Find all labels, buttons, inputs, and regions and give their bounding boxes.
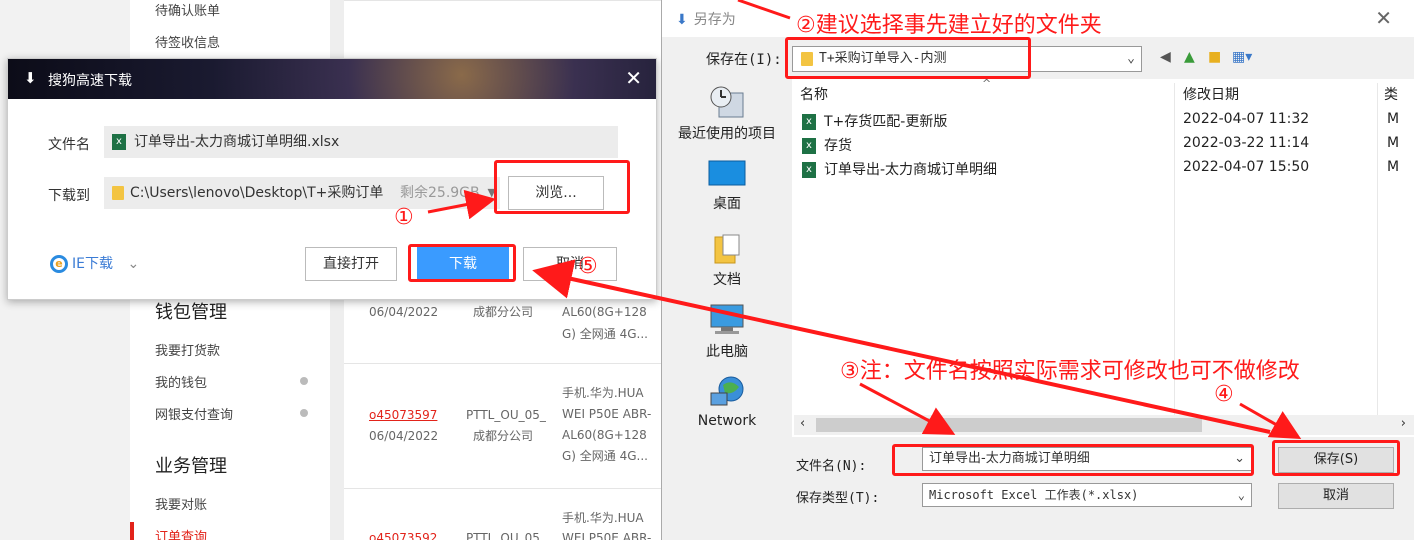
order-date: 06/04/2022: [369, 429, 439, 443]
order-date: 06/04/2022: [369, 305, 439, 319]
download-icon: ⬇: [24, 69, 37, 87]
expand-dot-icon: [300, 409, 308, 417]
new-folder-icon[interactable]: ■: [1208, 49, 1221, 65]
sidebar-item-pending-bills[interactable]: 待确认账单: [155, 0, 220, 19]
saveto-label: 下载到: [48, 188, 90, 204]
order-product-line: G) 全网通 4G...: [562, 327, 648, 341]
computer-icon: [710, 304, 744, 334]
file-row-name[interactable]: x T+存货匹配-更新版: [802, 111, 947, 131]
saveto-path-field[interactable]: C:\Users\lenovo\Desktop\T+采购订单 剩余25.9GB …: [104, 177, 500, 209]
order-product-line: 手机.华为.HUA: [562, 511, 644, 525]
download-icon: ⬇: [676, 12, 688, 28]
sidebar-item-reconcile[interactable]: 我要对账: [155, 494, 207, 513]
view-menu-icon[interactable]: ▦▾: [1232, 49, 1252, 65]
filename-label: 文件名: [48, 137, 90, 153]
scroll-right-icon[interactable]: ›: [1401, 416, 1406, 431]
highlight-save-button: [1272, 440, 1400, 476]
column-header-name[interactable]: 名称: [800, 83, 828, 107]
location-bar: 保存在(I): T+采购订单导入-内测 ⌄ ◀ ▲ ■ ▦▾: [662, 37, 1414, 79]
up-folder-icon[interactable]: ▲: [1184, 49, 1195, 65]
order-company: 成都分公司: [473, 305, 534, 319]
filename-field[interactable]: x 订单导出-太力商城订单明细.xlsx: [104, 126, 618, 158]
scroll-left-icon[interactable]: ‹: [800, 416, 805, 431]
network-icon: [710, 376, 744, 406]
place-documents[interactable]: 文档: [662, 231, 792, 289]
filetype-select[interactable]: Microsoft Excel 工作表(*.xlsx) ⌄: [922, 483, 1252, 507]
place-network[interactable]: Network: [662, 375, 792, 429]
file-row-date: 2022-03-22 11:14: [1183, 135, 1310, 151]
annotation-step5: ⑤: [578, 254, 598, 279]
folder-icon: [112, 186, 124, 200]
excel-file-icon: x: [802, 162, 816, 178]
order-company: PTTL_OU_05: [466, 531, 540, 540]
sidebar-group-business: 业务管理: [155, 456, 227, 477]
chevron-down-icon: ⌄: [127, 256, 140, 272]
order-product-line: AL60(8G+128: [562, 305, 647, 319]
excel-file-icon: x: [802, 138, 816, 154]
dialog-header: ⬇ 搜狗高速下载 ✕: [8, 59, 656, 99]
annotation-step1: ①: [394, 205, 414, 230]
open-directly-button[interactable]: 直接打开: [305, 247, 397, 281]
file-row-date: 2022-04-07 15:50: [1183, 159, 1310, 175]
horizontal-scrollbar[interactable]: ‹ ›: [794, 415, 1414, 435]
sidebar-item-pay[interactable]: 我要打货款: [155, 340, 220, 359]
highlight-browse: [494, 160, 630, 214]
active-indicator: [130, 522, 134, 540]
sidebar-group-wallet: 钱包管理: [155, 302, 227, 323]
highlight-download: [408, 244, 516, 282]
place-recent[interactable]: 最近使用的项目: [662, 85, 792, 143]
file-row-type: M: [1387, 159, 1400, 175]
highlight-filename: [892, 444, 1254, 476]
close-icon[interactable]: ✕: [625, 66, 642, 90]
desktop-icon: [708, 160, 746, 186]
filename-label: 文件名(N):: [796, 459, 867, 474]
highlight-save-in: [785, 37, 1031, 79]
filetype-label: 保存类型(T):: [796, 491, 880, 506]
order-product-line: 手机.华为.HUA: [562, 386, 644, 400]
place-desktop[interactable]: 桌面: [662, 159, 792, 213]
order-product-line: WEI P50E ABR-: [562, 407, 652, 421]
column-header-type[interactable]: 类: [1384, 83, 1398, 107]
sidebar-item-my-wallet[interactable]: 我的钱包: [155, 372, 207, 391]
ie-icon: e: [50, 255, 68, 273]
excel-file-icon: x: [802, 114, 816, 130]
cancel-button[interactable]: 取消: [523, 247, 617, 281]
dialog-title: 搜狗高速下载: [48, 73, 132, 89]
file-row-type: M: [1387, 111, 1400, 127]
order-product-line: G) 全网通 4G...: [562, 449, 648, 463]
dialog-title: ⬇ 另存为: [676, 12, 736, 28]
sidebar-item-bank-query[interactable]: 网银支付查询: [155, 404, 233, 423]
scrollbar-thumb[interactable]: [816, 418, 1202, 432]
annotation-step3: ③注：文件名按照实际需求可修改也可不做修改: [840, 359, 1300, 384]
order-company: 成都分公司: [473, 429, 534, 443]
cancel-button[interactable]: 取消: [1278, 483, 1394, 509]
chevron-down-icon[interactable]: ⌄: [1238, 484, 1245, 506]
sidebar-item-order-query[interactable]: 订单查询: [155, 526, 207, 540]
annotation-step4: ④: [1214, 382, 1234, 407]
sidebar-item-pending-receipt[interactable]: 待签收信息: [155, 32, 220, 51]
expand-dot-icon: [300, 377, 308, 385]
close-icon[interactable]: ✕: [1375, 6, 1392, 30]
file-row-name[interactable]: x 存货: [802, 135, 852, 155]
documents-icon: [714, 234, 740, 264]
excel-file-icon: x: [112, 134, 126, 150]
file-row-name[interactable]: x 订单导出-太力商城订单明细: [802, 159, 997, 179]
places-bar: 最近使用的项目 桌面 文档 此电脑 Network: [662, 79, 792, 439]
order-product-line: WEI P50E ABR-: [562, 531, 652, 540]
place-this-pc[interactable]: 此电脑: [662, 303, 792, 361]
order-product-line: AL60(8G+128: [562, 428, 647, 442]
order-number-link[interactable]: o45073597: [369, 405, 437, 425]
back-icon[interactable]: ◀: [1160, 49, 1171, 65]
recent-items-icon: [710, 86, 744, 118]
annotation-step2: ②建议选择事先建立好的文件夹: [796, 13, 1102, 38]
file-row-type: M: [1387, 135, 1400, 151]
ie-download-link[interactable]: e IE下载 ⌄: [50, 253, 139, 273]
chevron-down-icon: ⌄: [1127, 51, 1135, 66]
save-in-label: 保存在(I):: [706, 52, 782, 68]
order-company: PTTL_OU_05_: [466, 408, 546, 422]
file-row-date: 2022-04-07 11:32: [1183, 111, 1310, 127]
order-number-link[interactable]: o45073592: [369, 528, 437, 540]
column-header-date[interactable]: 修改日期: [1183, 83, 1239, 107]
